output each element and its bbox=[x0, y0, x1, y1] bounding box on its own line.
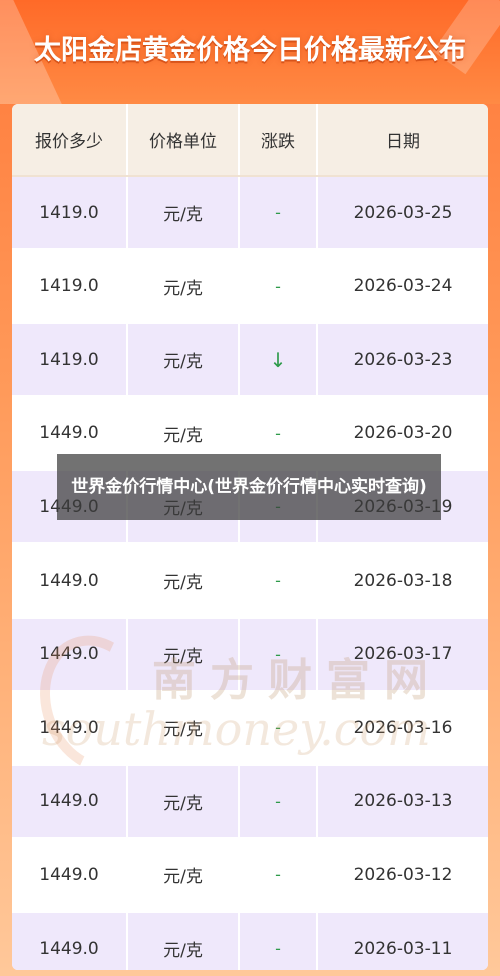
column-header-unit: 价格单位 bbox=[128, 104, 240, 175]
price-cell: 1449.0 bbox=[12, 839, 128, 911]
date-cell: 2026-03-24 bbox=[318, 250, 488, 322]
unit-cell: 元/克 bbox=[128, 177, 240, 248]
change-cell: - bbox=[240, 177, 318, 248]
unit-cell: 元/克 bbox=[128, 250, 240, 322]
page-title: 太阳金店黄金价格今日价格最新公布 bbox=[34, 35, 466, 66]
table-row: 1449.0 元/克 -2026-03-12 bbox=[12, 839, 488, 911]
price-cell: 1449.0 bbox=[12, 765, 128, 837]
price-cell: 1419.0 bbox=[12, 250, 128, 322]
date-cell: 2026-03-13 bbox=[318, 765, 488, 837]
table-row: 1419.0 元/克 -2026-03-25 bbox=[12, 177, 488, 248]
date-cell: 2026-03-11 bbox=[318, 913, 488, 970]
price-cell: 1419.0 bbox=[12, 177, 128, 248]
change-cell: - bbox=[240, 913, 318, 970]
date-cell: 2026-03-23 bbox=[318, 324, 488, 396]
unit-cell: 元/克 bbox=[128, 692, 240, 764]
price-cell: 1419.0 bbox=[12, 324, 128, 396]
column-header-price: 报价多少 bbox=[12, 104, 128, 175]
column-header-change: 涨跌 bbox=[240, 104, 318, 175]
price-cell: 1449.0 bbox=[12, 913, 128, 970]
price-cell: 1449.0 bbox=[12, 692, 128, 764]
unit-cell: 元/克 bbox=[128, 913, 240, 970]
date-cell: 2026-03-25 bbox=[318, 177, 488, 248]
date-cell: 2026-03-17 bbox=[318, 618, 488, 690]
unit-cell: 元/克 bbox=[128, 765, 240, 837]
unit-cell: 元/克 bbox=[128, 324, 240, 396]
table-row: 1449.0 元/克 -2026-03-16 bbox=[12, 692, 488, 764]
table-row: 1449.0 元/克 -2026-03-17 bbox=[12, 618, 488, 690]
gold-price-table: 报价多少 价格单位 涨跌 日期 1419.0 元/克 -2026-03-25 1419… bbox=[12, 104, 488, 970]
date-cell: 2026-03-16 bbox=[318, 692, 488, 764]
change-cell: - bbox=[240, 250, 318, 322]
table-row: 1449.0 元/克 -2026-03-11 bbox=[12, 913, 488, 970]
change-cell: - bbox=[240, 692, 318, 764]
table-row: 1419.0 元/克 -2026-03-24 bbox=[12, 250, 488, 322]
page-header: 太阳金店黄金价格今日价格最新公布 bbox=[0, 0, 500, 104]
table-row: 1419.0 元/克 ↓ 2026-03-23 bbox=[12, 324, 488, 396]
change-cell: - bbox=[240, 545, 318, 616]
unit-cell: 元/克 bbox=[128, 618, 240, 690]
change-cell: ↓ bbox=[240, 324, 318, 396]
table-row: 1449.0 元/克 -2026-03-18 bbox=[12, 545, 488, 616]
table-row: 1449.0 元/克 -2026-03-13 bbox=[12, 765, 488, 837]
caption-text: 世界金价行情中心(世界金价行情中心实时查询) bbox=[71, 476, 427, 497]
date-cell: 2026-03-12 bbox=[318, 839, 488, 911]
change-cell: - bbox=[240, 765, 318, 837]
table-header-row: 报价多少 价格单位 涨跌 日期 bbox=[12, 104, 488, 177]
price-cell: 1449.0 bbox=[12, 545, 128, 616]
column-header-date: 日期 bbox=[318, 104, 488, 175]
price-cell: 1449.0 bbox=[12, 618, 128, 690]
change-cell: - bbox=[240, 618, 318, 690]
date-cell: 2026-03-18 bbox=[318, 545, 488, 616]
unit-cell: 元/克 bbox=[128, 839, 240, 911]
change-cell: - bbox=[240, 839, 318, 911]
unit-cell: 元/克 bbox=[128, 545, 240, 616]
caption-overlay: 世界金价行情中心(世界金价行情中心实时查询) bbox=[57, 454, 441, 520]
